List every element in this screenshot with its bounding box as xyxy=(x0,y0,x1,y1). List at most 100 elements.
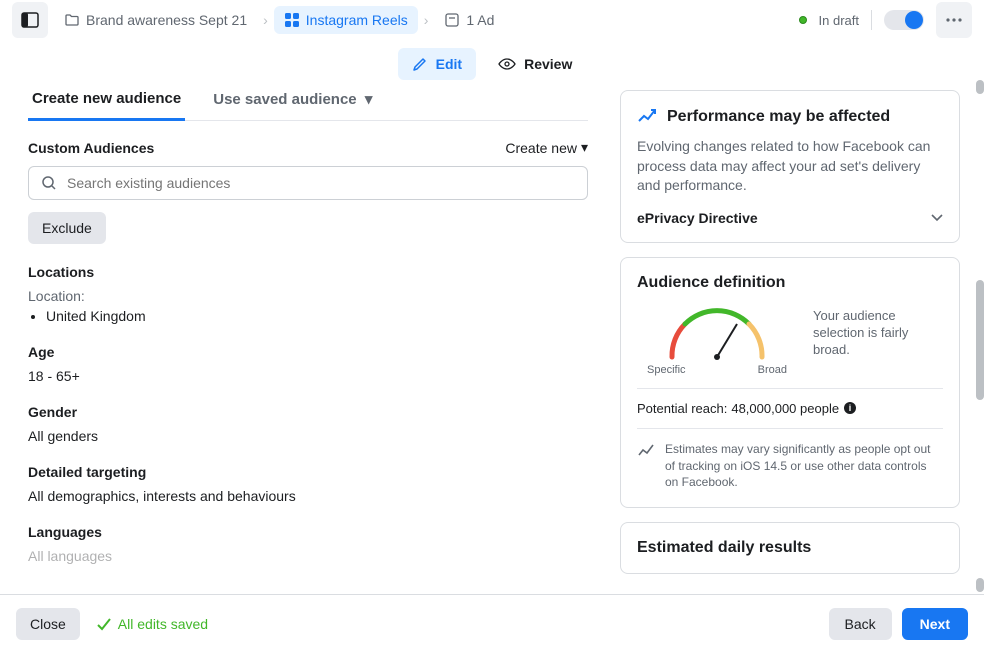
performance-title: Performance may be affected xyxy=(667,108,890,126)
reach-value: 48,000,000 people xyxy=(731,401,839,416)
svg-text:i: i xyxy=(849,403,852,413)
age-value: 18 - 65+ xyxy=(28,368,588,384)
divider xyxy=(637,388,943,389)
pencil-icon xyxy=(412,56,428,72)
age-heading: Age xyxy=(28,344,588,360)
exclude-button[interactable]: Exclude xyxy=(28,212,106,244)
footer-right: Back Next xyxy=(829,608,968,640)
right-wrap: Performance may be affected Evolving cha… xyxy=(616,80,984,592)
chevron-down-icon xyxy=(931,214,943,222)
location-item: United Kingdom xyxy=(46,308,588,324)
performance-card: Performance may be affected Evolving cha… xyxy=(620,90,960,243)
create-new-dropdown[interactable]: Create new ▾ xyxy=(505,139,588,156)
review-label: Review xyxy=(524,56,572,72)
right-panel: Performance may be affected Evolving cha… xyxy=(616,80,976,592)
info-icon[interactable]: i xyxy=(843,401,857,415)
audience-definition-card: Audience definition Specific Broad xyxy=(620,257,960,508)
right-scrollbar[interactable] xyxy=(976,80,984,592)
gauge-broad-label: Broad xyxy=(758,364,787,376)
languages-heading: Languages xyxy=(28,524,588,540)
breadcrumb-campaign-label: Brand awareness Sept 21 xyxy=(86,12,247,28)
top-bar: Brand awareness Sept 21 › Instagram Reel… xyxy=(0,0,984,40)
gauge-box: Specific Broad xyxy=(637,302,797,376)
gauge-icon xyxy=(657,302,777,362)
reach-label: Potential reach: xyxy=(637,401,727,416)
eprivacy-expander[interactable]: ePrivacy Directive xyxy=(637,210,943,226)
locations-block: Locations Location: United Kingdom xyxy=(28,264,588,324)
estimate-note: Estimates may vary significantly as peop… xyxy=(665,441,943,491)
edit-mode-button[interactable]: Edit xyxy=(398,48,476,80)
caret-down-icon: ▾ xyxy=(581,139,588,156)
custom-audiences-head: Custom Audiences Create new ▾ xyxy=(28,139,588,156)
breadcrumb-adset-label: Instagram Reels xyxy=(306,12,408,28)
audience-def-title: Audience definition xyxy=(637,274,943,292)
breadcrumb-campaign[interactable]: Brand awareness Sept 21 xyxy=(54,6,257,34)
estimate-note-row: Estimates may vary significantly as peop… xyxy=(637,441,943,491)
trend-icon xyxy=(637,442,655,460)
performance-head: Performance may be affected xyxy=(637,107,943,127)
back-button[interactable]: Back xyxy=(829,608,892,640)
saved-indicator: All edits saved xyxy=(96,616,208,632)
targeting-value: All demographics, interests and behaviou… xyxy=(28,488,588,504)
audience-search[interactable] xyxy=(28,166,588,200)
footer-bar: Close All edits saved Back Next xyxy=(0,594,984,652)
grid-icon xyxy=(284,12,300,28)
targeting-heading: Detailed targeting xyxy=(28,464,588,480)
main-content: Create new audience Use saved audience ▾… xyxy=(0,80,984,592)
chevron-right-icon: › xyxy=(424,12,429,28)
locations-list: United Kingdom xyxy=(28,308,588,324)
targeting-block: Detailed targeting All demographics, int… xyxy=(28,464,588,504)
gauge-row: Specific Broad Your audience selection i… xyxy=(637,302,943,376)
audience-summary: Your audience selection is fairly broad. xyxy=(813,302,943,359)
gender-heading: Gender xyxy=(28,404,588,420)
gender-block: Gender All genders xyxy=(28,404,588,444)
scroll-arrow-up[interactable] xyxy=(976,80,984,94)
check-icon xyxy=(96,616,112,632)
search-icon xyxy=(41,175,57,191)
edit-label: Edit xyxy=(436,56,462,72)
daily-results-title: Estimated daily results xyxy=(637,539,943,557)
breadcrumb-ad[interactable]: 1 Ad xyxy=(434,6,504,34)
trend-up-icon xyxy=(637,107,657,127)
breadcrumb-adset[interactable]: Instagram Reels xyxy=(274,6,418,34)
separator xyxy=(871,10,872,30)
ad-icon xyxy=(444,12,460,28)
next-button[interactable]: Next xyxy=(902,608,968,640)
caret-down-icon: ▾ xyxy=(365,91,373,108)
footer-left: Close All edits saved xyxy=(16,608,208,640)
gauge-labels: Specific Broad xyxy=(637,362,797,376)
custom-audiences-heading: Custom Audiences xyxy=(28,140,154,156)
audience-tabs: Create new audience Use saved audience ▾ xyxy=(28,80,588,121)
eye-icon xyxy=(498,58,516,70)
locations-heading: Locations xyxy=(28,264,588,280)
panel-toggle-button[interactable] xyxy=(12,2,48,38)
breadcrumb-ad-label: 1 Ad xyxy=(466,12,494,28)
tab-saved-audience[interactable]: Use saved audience ▾ xyxy=(209,80,376,120)
panel-icon xyxy=(21,11,39,29)
toggle-knob xyxy=(905,11,923,29)
audience-search-input[interactable] xyxy=(67,175,575,191)
status-dot-icon xyxy=(799,16,807,24)
gender-value: All genders xyxy=(28,428,588,444)
chevron-right-icon: › xyxy=(263,12,268,28)
close-button[interactable]: Close xyxy=(16,608,80,640)
saved-label: All edits saved xyxy=(118,616,208,632)
potential-reach: Potential reach: 48,000,000 people i xyxy=(637,401,943,416)
eprivacy-label: ePrivacy Directive xyxy=(637,210,758,226)
scroll-arrow-down[interactable] xyxy=(976,578,984,592)
status-toggle[interactable] xyxy=(884,10,924,30)
review-mode-button[interactable]: Review xyxy=(484,48,586,80)
performance-body: Evolving changes related to how Facebook… xyxy=(637,137,943,196)
more-button[interactable] xyxy=(936,2,972,38)
top-right-controls: In draft xyxy=(799,2,972,38)
tab-create-audience[interactable]: Create new audience xyxy=(28,80,185,120)
age-block: Age 18 - 65+ xyxy=(28,344,588,384)
status-label: In draft xyxy=(819,13,859,28)
daily-results-card: Estimated daily results xyxy=(620,522,960,574)
languages-block: Languages All languages xyxy=(28,524,588,564)
gauge-specific-label: Specific xyxy=(647,364,686,376)
divider xyxy=(637,428,943,429)
ellipsis-icon xyxy=(945,18,963,22)
scroll-thumb[interactable] xyxy=(976,280,984,400)
tab-saved-label: Use saved audience xyxy=(213,91,356,108)
